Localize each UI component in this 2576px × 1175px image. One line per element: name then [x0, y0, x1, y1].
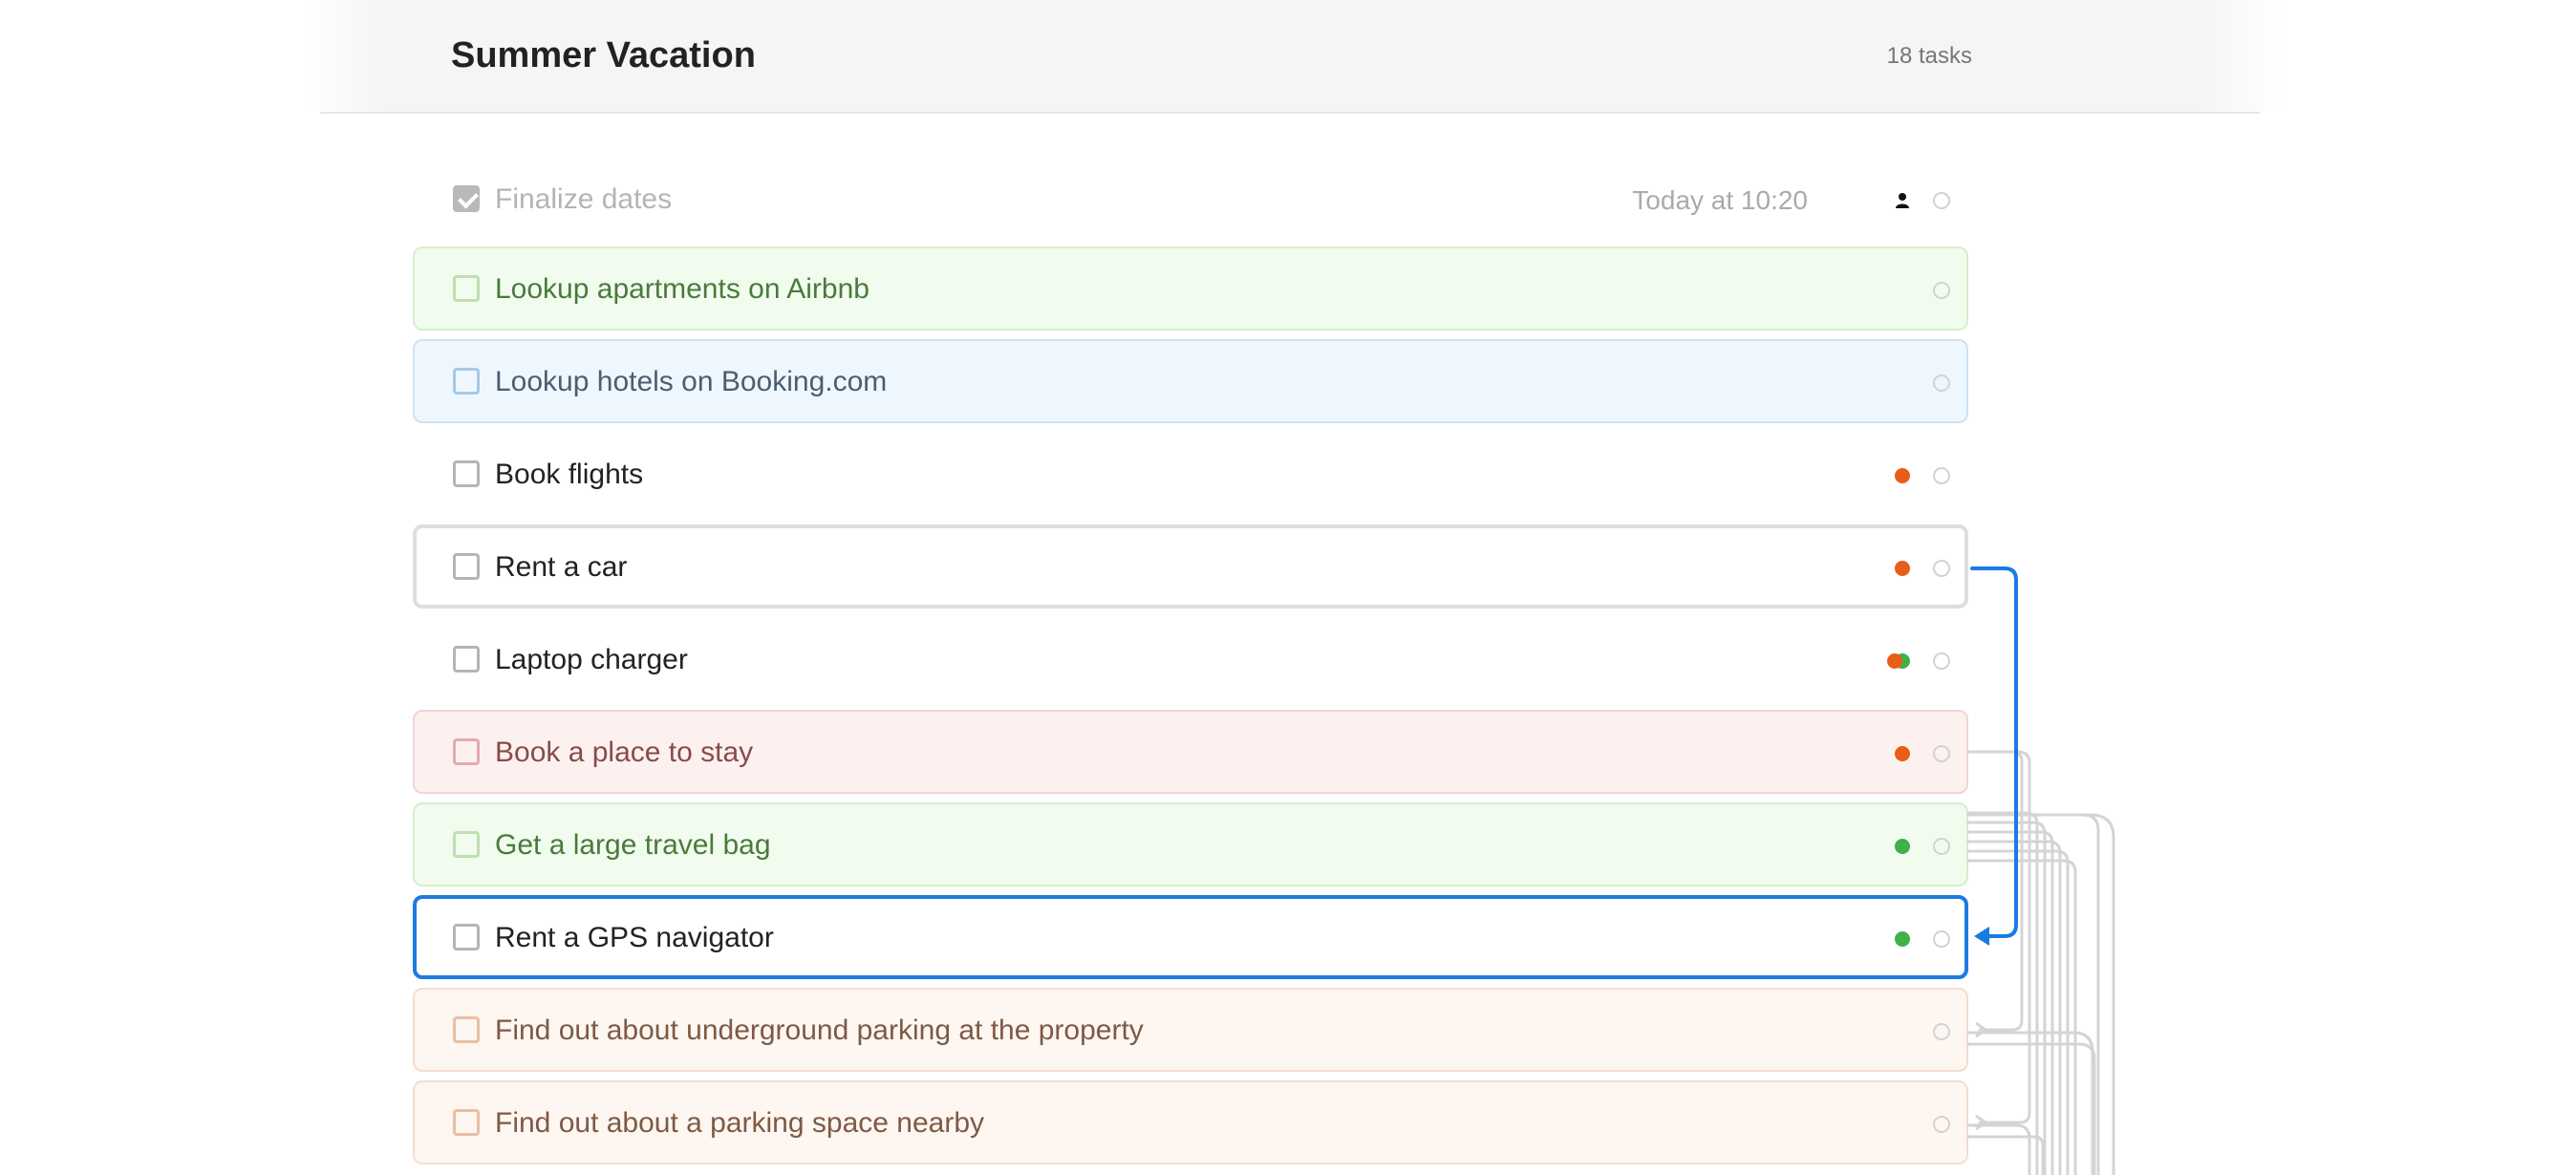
dependency-link	[1966, 813, 2100, 1175]
dependency-arrowhead-active	[1974, 927, 1989, 946]
dependency-links	[1966, 566, 2115, 1175]
dependency-link	[1966, 750, 2024, 1032]
dependency-link	[1966, 1135, 2045, 1175]
dependency-link	[1966, 1123, 2031, 1175]
